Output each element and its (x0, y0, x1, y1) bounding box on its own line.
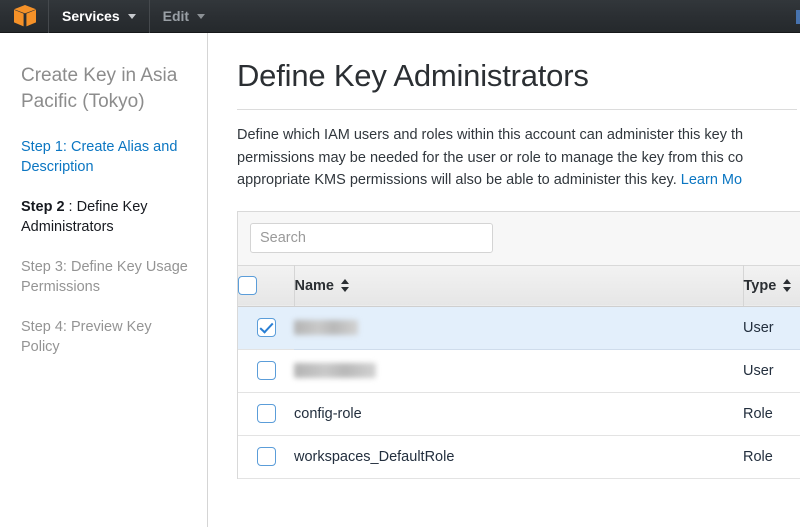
column-header-name[interactable]: Name (294, 264, 744, 307)
column-header-type-label: Type (743, 277, 777, 294)
sidebar-step-1-label: Step 1: Create Alias and Description (21, 139, 178, 175)
description-line-1: Define which IAM users and roles within … (237, 127, 744, 143)
row-checkbox[interactable] (256, 447, 276, 466)
table-row[interactable]: User (238, 349, 800, 393)
sort-arrows-icon (783, 278, 792, 292)
column-header-name-label: Name (294, 277, 335, 294)
title-divider (237, 109, 797, 110)
row-checkbox-cell (238, 392, 294, 436)
sidebar-step-4-label: Step 4: Preview Key Policy (21, 319, 152, 355)
row-type-cell: User (743, 306, 800, 350)
sidebar-step-3-label: Step 3: Define Key Usage Permissions (21, 259, 188, 295)
sidebar-step-2[interactable]: Step 2 : Define Key Administrators (21, 197, 193, 237)
main-content: Define Key Administrators Define which I… (209, 33, 800, 527)
row-type-cell: Role (743, 435, 800, 479)
wizard-title: Create Key in Asia Pacific (Tokyo) (21, 65, 178, 112)
chevron-down-icon (127, 13, 136, 19)
row-checkbox[interactable] (256, 404, 276, 423)
sidebar-step-1[interactable]: Step 1: Create Alias and Description (21, 137, 193, 177)
row-name-cell (294, 306, 743, 350)
description-line-3-text: appropriate KMS permissions will also be… (237, 172, 681, 188)
top-navbar: Services Edit (0, 0, 800, 33)
chevron-down-icon (197, 13, 206, 19)
row-checkbox-cell (238, 349, 294, 393)
table-row[interactable]: workspaces_DefaultRole Role (238, 435, 800, 479)
administrators-table: Name Type User User config-role Role wor… (238, 264, 800, 479)
row-checkbox-cell (238, 435, 294, 479)
table-toolbar (238, 211, 800, 265)
row-name-cell: workspaces_DefaultRole (294, 435, 743, 479)
select-all-header (238, 264, 295, 307)
sidebar-step-2-number: Step 2 (21, 199, 65, 215)
sort-arrows-icon (341, 278, 349, 292)
redacted-name (294, 320, 358, 336)
row-type-cell: Role (743, 392, 800, 436)
learn-more-link[interactable]: Learn Mo (681, 172, 742, 188)
row-checkbox[interactable] (256, 318, 276, 337)
search-input[interactable] (250, 222, 493, 253)
navbar-right-edge-element[interactable] (796, 10, 800, 24)
table-header-row: Name Type (238, 264, 800, 307)
edit-menu-label: Edit (162, 8, 190, 24)
description-line-2: permissions may be needed for the user o… (237, 149, 744, 166)
row-name-cell (294, 349, 743, 393)
wizard-sidebar: Create Key in Asia Pacific (Tokyo) Step … (0, 33, 208, 527)
row-name-cell: config-role (294, 392, 743, 436)
row-type-cell: User (743, 349, 800, 393)
description-text: Define which IAM users and roles within … (237, 124, 800, 192)
table-row[interactable]: config-role Role (238, 392, 800, 436)
table-row[interactable]: User (238, 306, 800, 350)
select-all-checkbox[interactable] (238, 276, 257, 295)
administrators-panel: Name Type User (237, 210, 800, 479)
sidebar-step-4[interactable]: Step 4: Preview Key Policy (21, 317, 193, 357)
page-title: Define Key Administrators (237, 58, 589, 93)
edit-menu[interactable]: Edit (150, 0, 218, 33)
column-header-type[interactable]: Type (743, 264, 800, 307)
description-line-3: appropriate KMS permissions will also be… (237, 169, 800, 192)
sidebar-step-3[interactable]: Step 3: Define Key Usage Permissions (21, 257, 193, 297)
redacted-name (294, 363, 376, 379)
services-menu[interactable]: Services (49, 0, 149, 33)
aws-cube-icon[interactable] (12, 3, 38, 29)
services-menu-label: Services (62, 8, 120, 24)
row-checkbox-cell (238, 306, 294, 350)
row-checkbox[interactable] (256, 361, 276, 380)
